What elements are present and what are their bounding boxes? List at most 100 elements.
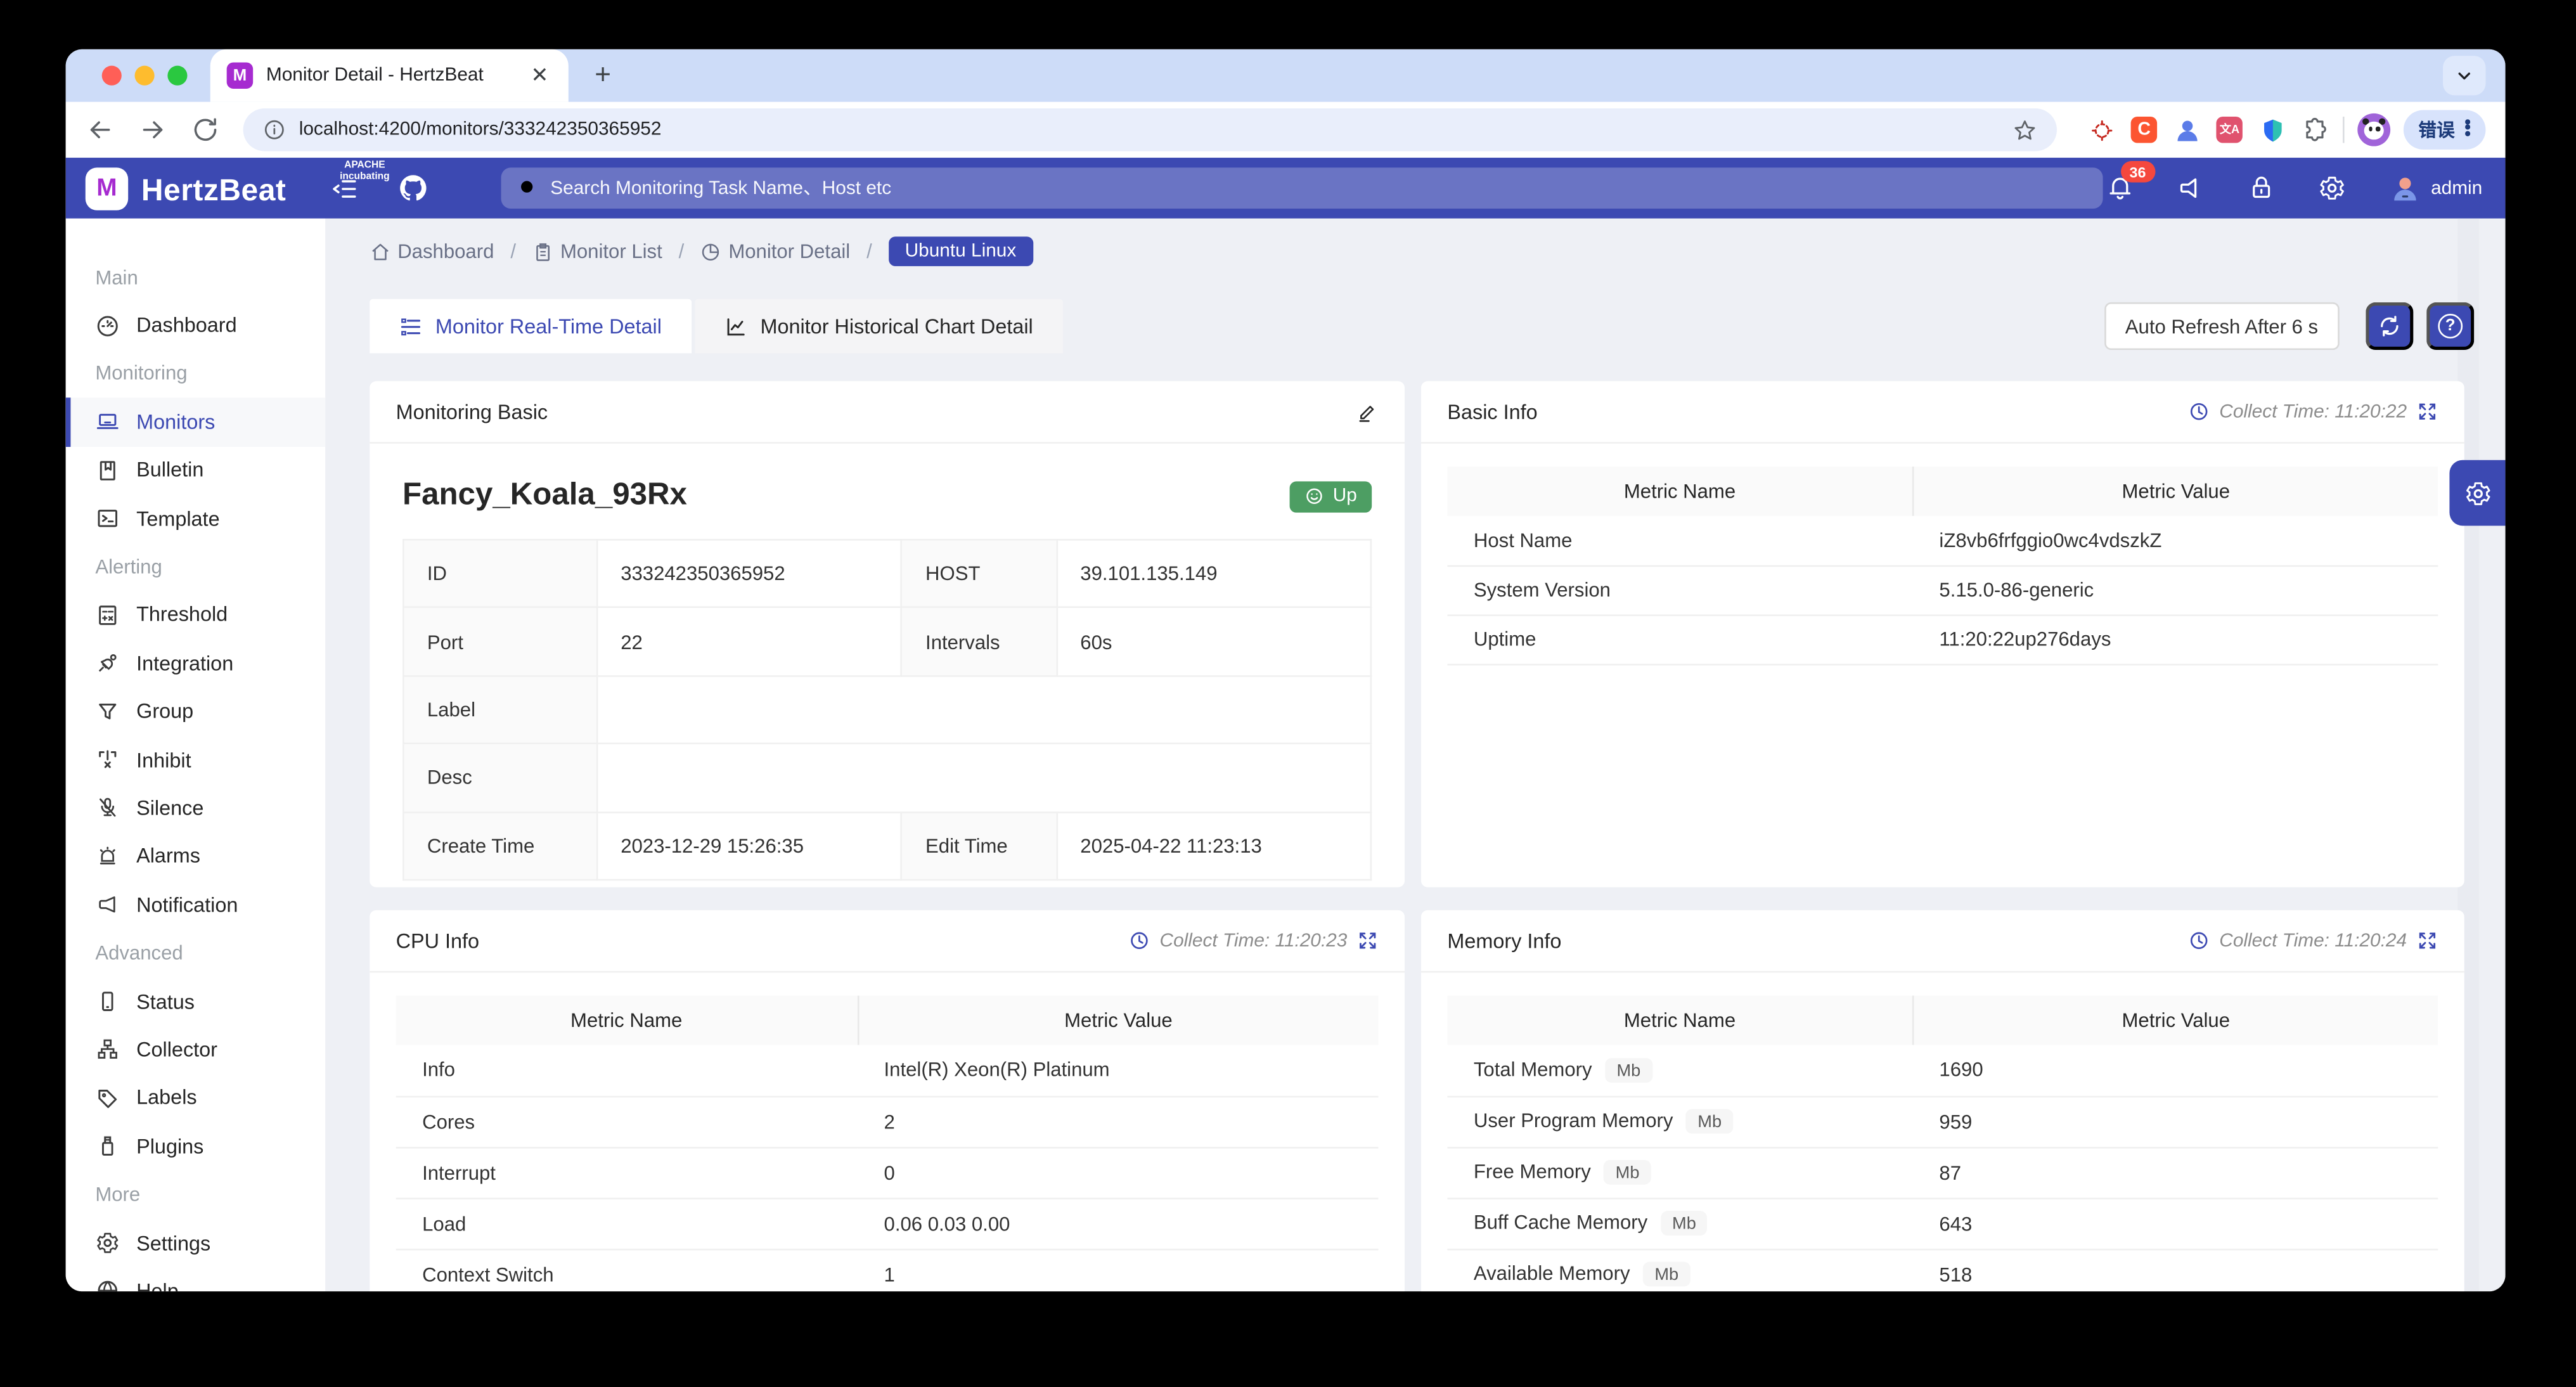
pen-icon[interactable]: [1355, 400, 1378, 423]
expand-icon[interactable]: [2417, 930, 2438, 952]
table-row: System Version5.15.0-86-generic: [1447, 565, 2438, 615]
close-window-button[interactable]: [102, 66, 122, 86]
monitor-type-badge[interactable]: Ubuntu Linux: [889, 236, 1033, 266]
expand-icon[interactable]: [1357, 930, 1379, 952]
assistant-extension-icon[interactable]: [2172, 115, 2202, 145]
alarms-icon: [95, 844, 120, 869]
sidebar-item-dashboard[interactable]: Dashboard: [66, 301, 326, 349]
field-label: ID: [403, 539, 596, 607]
table-row: Interrupt0: [396, 1147, 1379, 1197]
refresh-button[interactable]: [2366, 302, 2413, 350]
brand-name: HertzBeat: [141, 172, 287, 209]
browser-menu-button[interactable]: 错误•••: [2404, 110, 2485, 150]
metric-name: Info: [396, 1045, 858, 1095]
sidebar-item-silence[interactable]: Silence: [66, 784, 326, 832]
sidebar-item-integration[interactable]: Integration: [66, 640, 326, 688]
collect-time: Collect Time: 11:20:23: [1128, 930, 1378, 952]
sidebar-item-status[interactable]: Status: [66, 977, 326, 1026]
gear-icon[interactable]: [2317, 174, 2345, 202]
lock-icon[interactable]: [2247, 174, 2275, 202]
dashboard-icon: [95, 313, 120, 338]
memory-info-card: Memory Info Collect Time: 11:20:24 Metri…: [1421, 910, 2464, 1291]
minimize-window-button[interactable]: [135, 66, 155, 86]
sidebar-item-collector[interactable]: Collector: [66, 1026, 326, 1074]
metric-value: 11:20:22up276days: [1913, 614, 2438, 664]
field-label: Intervals: [901, 608, 1056, 676]
bookmark-star-icon[interactable]: [2012, 117, 2037, 142]
shield-extension-icon[interactable]: [2258, 115, 2288, 145]
global-search[interactable]: [501, 167, 2103, 209]
user-menu[interactable]: admin: [2388, 172, 2483, 205]
translate-extension-icon[interactable]: 文A: [2215, 115, 2244, 145]
zoom-window-button[interactable]: [167, 66, 187, 86]
profile-avatar[interactable]: [2358, 113, 2391, 146]
sidebar-item-alarms[interactable]: Alarms: [66, 832, 326, 881]
breadcrumb: Dashboard / Monitor List / Monitor Detai…: [370, 231, 2505, 271]
forward-icon[interactable]: [138, 115, 168, 145]
tab-realtime-detail[interactable]: Monitor Real-Time Detail: [370, 299, 691, 354]
metric-name: User Program Memory: [1474, 1109, 1673, 1132]
card-title: Memory Info: [1447, 929, 1561, 952]
list-icon: [399, 314, 422, 337]
sidebar-section-advanced: Advanced: [66, 929, 326, 977]
cpu-info-card: CPU Info Collect Time: 11:20:23 Metric N…: [370, 910, 1405, 1291]
url-text[interactable]: localhost:4200/monitors/333242350365952: [299, 120, 2013, 139]
search-input[interactable]: [550, 178, 2086, 198]
field-value: 333242350365952: [597, 539, 902, 607]
metric-name: System Version: [1447, 565, 1913, 615]
column-header: Metric Name: [1447, 996, 1913, 1045]
table-row: Host NameiZ8vb6frfggio0wc4vdszkZ: [1447, 516, 2438, 565]
sidebar-item-template[interactable]: Template: [66, 494, 326, 543]
auto-refresh-button[interactable]: Auto Refresh After 6 s: [2104, 302, 2340, 350]
field-label: Desc: [403, 744, 596, 811]
table-row: Context Switch1: [396, 1249, 1379, 1291]
field-value: 60s: [1057, 608, 1371, 676]
speaker-icon[interactable]: [2176, 174, 2204, 202]
sidebar-item-help[interactable]: Help: [66, 1267, 326, 1291]
breadcrumb-monitor-list[interactable]: Monitor List: [532, 240, 662, 262]
reload-icon[interactable]: [191, 115, 221, 145]
back-icon[interactable]: [86, 115, 115, 145]
sidebar-item-plugins[interactable]: Plugins: [66, 1122, 326, 1170]
browser-tab[interactable]: M Monitor Detail - HertzBeat ✕: [210, 49, 569, 102]
notifications-button[interactable]: 36: [2106, 174, 2134, 202]
sidebar-item-notification[interactable]: Notification: [66, 881, 326, 929]
metric-value: iZ8vb6frfggio0wc4vdszkZ: [1913, 516, 2438, 565]
field-value: 39.101.135.149: [1057, 539, 1371, 607]
metric-name: Buff Cache Memory: [1474, 1211, 1647, 1234]
address-bar[interactable]: localhost:4200/monitors/333242350365952: [243, 108, 2058, 151]
site-info-icon[interactable]: [263, 119, 286, 141]
extensions-puzzle-icon[interactable]: [2300, 115, 2330, 145]
tab-search-chevron-icon[interactable]: [2443, 56, 2485, 95]
tab-historical-chart-detail[interactable]: Monitor Historical Chart Detail: [695, 299, 1063, 354]
kebab-menu-icon[interactable]: •••: [2464, 121, 2471, 138]
csdn-extension-icon[interactable]: C: [2129, 115, 2159, 145]
hertzbeat-logo[interactable]: M: [86, 167, 128, 209]
help-icon: [95, 1279, 120, 1291]
theme-settings-float-button[interactable]: [2449, 460, 2505, 526]
sidebar-item-threshold[interactable]: Threshold: [66, 591, 326, 639]
pie-chart-icon: [700, 241, 722, 262]
breadcrumb-separator: /: [866, 240, 872, 262]
sidebar-item-settings[interactable]: Settings: [66, 1219, 326, 1267]
expand-icon[interactable]: [2417, 401, 2438, 422]
clock-icon: [2188, 930, 2210, 952]
field-label: Edit Time: [901, 812, 1056, 880]
refresh-icon: [2377, 314, 2402, 339]
sidebar-item-inhibit[interactable]: Inhibit: [66, 736, 326, 784]
breadcrumb-dashboard[interactable]: Dashboard: [370, 240, 494, 262]
notification-icon: [95, 893, 120, 917]
new-tab-button[interactable]: +: [595, 59, 611, 92]
sidebar-item-bulletin[interactable]: Bulletin: [66, 446, 326, 494]
metric-name: Available Memory: [1474, 1261, 1630, 1284]
sidebar-item-monitors[interactable]: Monitors: [66, 398, 326, 446]
crab-extension-icon[interactable]: [2087, 115, 2116, 145]
help-button[interactable]: ?: [2426, 302, 2474, 350]
sidebar-item-group[interactable]: Group: [66, 688, 326, 736]
tab-close-icon[interactable]: ✕: [527, 62, 552, 88]
metric-table: Metric NameMetric Value InfoIntel(R) Xeo…: [396, 996, 1379, 1292]
sidebar-item-labels[interactable]: Labels: [66, 1074, 326, 1122]
breadcrumb-monitor-detail[interactable]: Monitor Detail: [700, 240, 850, 262]
metric-name: Total Memory: [1474, 1057, 1592, 1080]
labels-icon: [95, 1086, 120, 1111]
